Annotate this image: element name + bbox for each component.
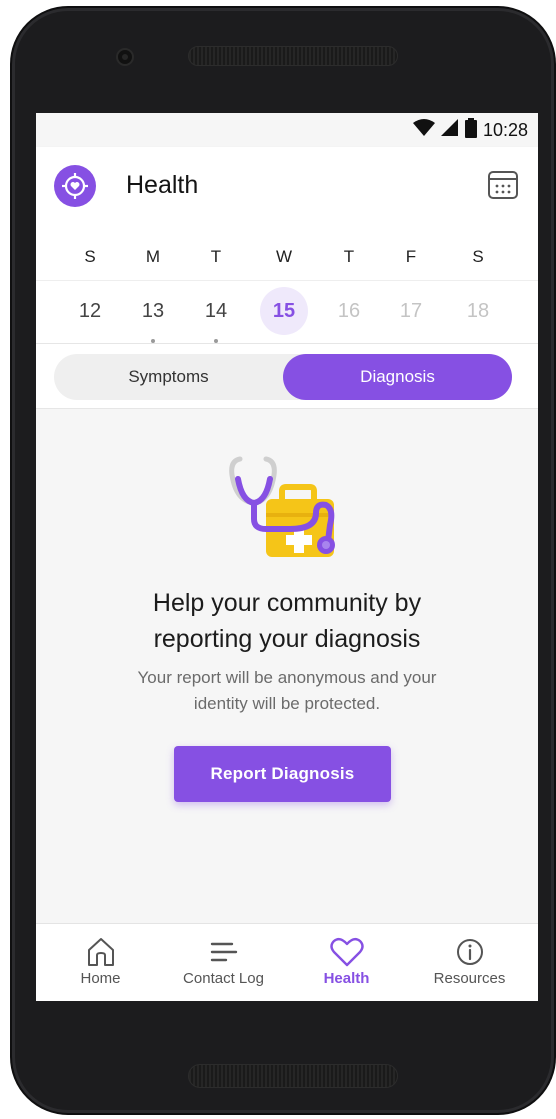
front-camera	[116, 48, 134, 66]
date-12[interactable]: 12	[66, 287, 114, 335]
diagnosis-headline: Help your community by reporting your di…	[56, 585, 518, 657]
diagnosis-panel: Help your community by reporting your di…	[36, 409, 538, 923]
nav-label: Health	[323, 970, 370, 987]
bottom-navigation: Home Contact Log Health Resources	[36, 923, 538, 1001]
signal-icon	[440, 118, 459, 142]
week-calendar: S M T W T F S 12 13 14 15 16 17 18	[36, 225, 538, 343]
app-logo-icon	[54, 165, 96, 207]
date-18: 18	[466, 299, 490, 322]
weekday-label: W	[275, 247, 293, 266]
nav-item-health[interactable]: Health	[284, 924, 409, 1001]
nav-item-contact-log[interactable]: Contact Log	[161, 924, 286, 1001]
diagnosis-subtext: Your report will be anonymous and your i…	[76, 665, 498, 717]
headline-line: Help your community by	[152, 589, 422, 617]
report-diagnosis-button[interactable]: Report Diagnosis	[174, 746, 391, 802]
top-speaker	[188, 46, 398, 66]
tab-switcher: Symptoms Diagnosis	[36, 343, 538, 409]
status-time: 10:28	[482, 119, 528, 140]
heart-icon	[329, 936, 364, 968]
date-13[interactable]: 13	[129, 287, 177, 335]
battery-icon	[464, 117, 477, 143]
date-row: 12 13 14 15 16 17 18	[36, 287, 538, 343]
weekday-label: T	[210, 247, 222, 266]
list-icon	[208, 936, 240, 968]
status-bar: 10:28	[36, 113, 538, 147]
tab-diagnosis[interactable]: Diagnosis	[283, 354, 512, 400]
tab-symptoms[interactable]: Symptoms	[54, 354, 283, 400]
subtext-line: Your report will be anonymous and your	[137, 668, 437, 687]
weekday-label: M	[145, 247, 161, 266]
nav-item-home[interactable]: Home	[38, 924, 163, 1001]
app-screen: 10:28 Health S M T W T F S 12 13 14 15 1…	[36, 113, 538, 1001]
info-icon	[454, 936, 486, 968]
weekday-label: F	[405, 247, 417, 266]
date-14[interactable]: 14	[192, 287, 240, 335]
nav-item-resources[interactable]: Resources	[407, 924, 532, 1001]
weekday-label: S	[472, 247, 484, 266]
calendar-icon	[487, 168, 519, 205]
bottom-speaker	[188, 1064, 398, 1088]
date-17: 17	[399, 299, 423, 322]
app-header: Health	[36, 147, 538, 225]
calendar-button[interactable]	[486, 169, 520, 203]
date-15-selected[interactable]: 15	[260, 287, 308, 335]
nav-label: Home	[80, 970, 121, 987]
date-16: 16	[337, 299, 361, 322]
page-title: Health	[126, 171, 199, 199]
weekday-label: T	[343, 247, 355, 266]
weekday-row: S M T W T F S	[36, 247, 538, 277]
nav-label: Contact Log	[183, 970, 264, 987]
nav-label: Resources	[433, 970, 506, 987]
headline-line: reporting your diagnosis	[153, 625, 421, 653]
stethoscope-kit-icon	[220, 449, 340, 569]
home-icon	[85, 936, 117, 968]
subtext-line: identity will be protected.	[193, 694, 381, 713]
weekday-label: S	[84, 247, 96, 266]
divider	[36, 280, 538, 281]
tab-track: Symptoms Diagnosis	[54, 354, 512, 400]
wifi-icon	[412, 118, 435, 142]
